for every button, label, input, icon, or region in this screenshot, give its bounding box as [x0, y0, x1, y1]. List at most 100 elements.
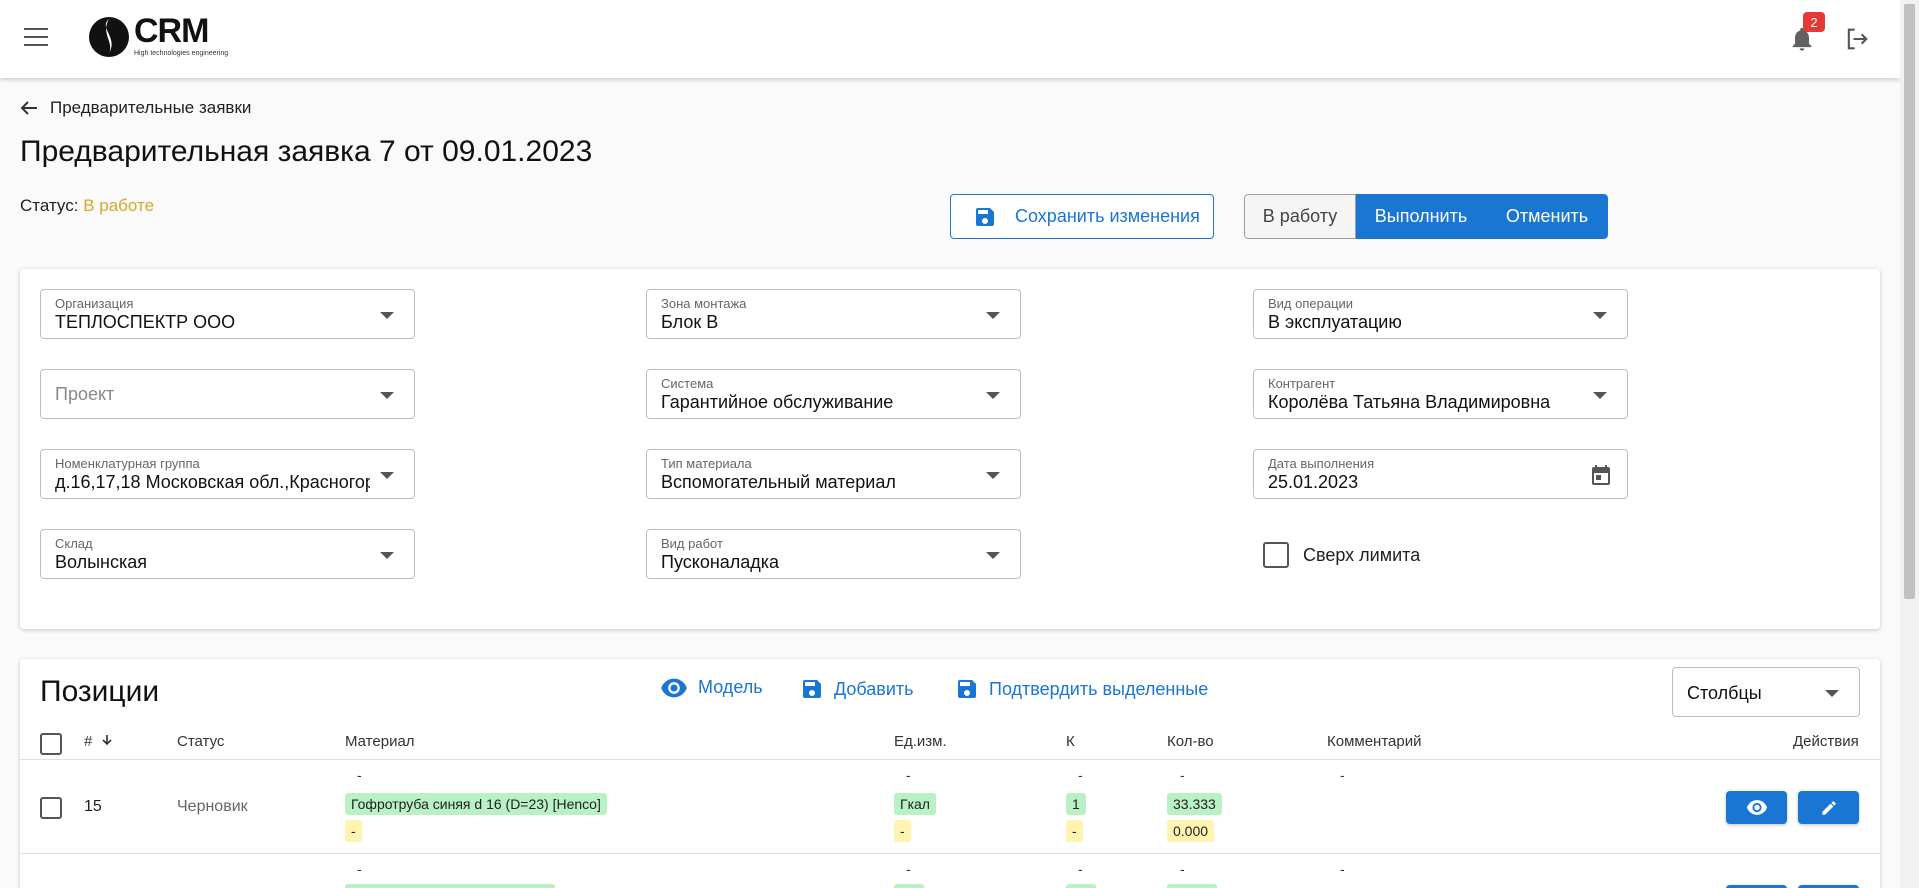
due-date-value: 25.01.2023	[1268, 472, 1359, 492]
arrow-left-icon	[20, 101, 37, 115]
row-checkbox[interactable]	[40, 797, 62, 819]
column-header-num[interactable]: #	[84, 733, 113, 750]
logo[interactable]: CRM High technologies engineering	[86, 14, 228, 60]
project-select[interactable]: Проект	[40, 369, 415, 419]
system-select[interactable]: Система Гарантийное обслуживание	[646, 369, 1021, 419]
column-header-qty[interactable]: Кол-во	[1167, 733, 1214, 750]
view-row-button[interactable]	[1726, 791, 1787, 824]
mount-zone-select[interactable]: Зона монтажа Блок В	[646, 289, 1021, 339]
row-status: Черновик	[177, 798, 248, 815]
warehouse-value: Волынская	[55, 552, 148, 572]
arrow-down-icon	[101, 735, 112, 746]
column-header-unit[interactable]: Ед.изм.	[894, 733, 947, 750]
positions-card: Позиции Модель Добавить Подтвердить выде…	[20, 659, 1880, 888]
save-icon	[803, 680, 821, 698]
calendar-icon[interactable]	[1589, 462, 1613, 488]
material-dash: -	[357, 767, 362, 783]
counterparty-label: Контрагент	[1268, 376, 1336, 391]
columns-label: Столбцы	[1687, 683, 1762, 703]
cancel-button[interactable]: Отменить	[1486, 194, 1608, 239]
k-alt-chip: -	[1066, 820, 1083, 842]
unit-chip: Гкал	[894, 793, 936, 815]
over-limit-checkbox[interactable]: Сверх лимита	[1263, 542, 1420, 568]
comment-dash: -	[1340, 767, 1345, 783]
warehouse-select[interactable]: Склад Волынская	[40, 529, 415, 579]
column-header-k[interactable]: К	[1066, 733, 1075, 750]
material-type-select[interactable]: Тип материала Вспомогательный материал	[646, 449, 1021, 499]
project-placeholder: Проект	[55, 384, 115, 404]
chevron-down-icon	[380, 552, 394, 559]
chevron-down-icon	[380, 392, 394, 399]
column-header-comment[interactable]: Комментарий	[1327, 733, 1421, 750]
row-num: 15	[84, 798, 102, 815]
logo-subtitle: High technologies engineering	[134, 50, 229, 57]
nomenclature-group-select[interactable]: Номенклатурная группа д.16,17,18 Московс…	[40, 449, 415, 499]
notification-badge: 2	[1803, 12, 1825, 32]
column-header-material[interactable]: Материал	[345, 733, 415, 750]
edit-row-button[interactable]	[1798, 791, 1859, 824]
eye-icon	[661, 678, 687, 697]
to-work-button[interactable]: В работу	[1244, 194, 1356, 239]
counterparty-select[interactable]: Контрагент Королёва Татьяна Владимировна	[1253, 369, 1628, 419]
k-dash: -	[1078, 767, 1083, 783]
back-link-label: Предварительные заявки	[50, 98, 252, 117]
column-header-status[interactable]: Статус	[177, 733, 224, 750]
scrollbar-thumb[interactable]	[1904, 4, 1915, 599]
comment-dash: -	[1340, 861, 1345, 877]
chevron-down-icon	[986, 392, 1000, 399]
material-chip: Гофротруба синяя d 16 (D=23) [Henco]	[345, 793, 607, 815]
logo-text: CRM	[134, 12, 209, 50]
over-limit-label: Сверх лимита	[1303, 544, 1421, 565]
chevron-down-icon	[1593, 312, 1607, 319]
menu-icon[interactable]	[24, 28, 48, 48]
work-type-value: Пусконаладка	[661, 552, 780, 572]
add-button[interactable]: Добавить	[800, 677, 914, 701]
save-changes-label: Сохранить изменения	[1015, 206, 1200, 226]
complete-button[interactable]: Выполнить	[1356, 194, 1486, 239]
due-date-field[interactable]: Дата выполнения 25.01.2023	[1253, 449, 1628, 499]
chevron-down-icon	[1593, 392, 1607, 399]
select-all-checkbox[interactable]	[40, 733, 62, 755]
mount-zone-value: Блок В	[661, 312, 719, 332]
status-label: Статус:	[20, 196, 79, 215]
checkbox-box[interactable]	[1263, 542, 1289, 568]
material-dash: -	[357, 861, 362, 877]
page-title: Предварительная заявка 7 от 09.01.2023	[20, 135, 593, 168]
system-value: Гарантийное обслуживание	[661, 392, 894, 412]
status-line: Статус: В работе	[20, 196, 154, 216]
back-link[interactable]: Предварительные заявки	[20, 98, 251, 118]
columns-select[interactable]: Столбцы	[1672, 667, 1860, 717]
chevron-down-icon	[1825, 690, 1839, 697]
mount-zone-label: Зона монтажа	[661, 296, 747, 311]
qty-dash: -	[1180, 767, 1185, 783]
organization-select[interactable]: Организация ТЕПЛОСПЕКТР ООО	[40, 289, 415, 339]
material-type-value: Вспомогательный материал	[661, 472, 896, 492]
qty-dash: -	[1180, 861, 1185, 877]
organization-value: ТЕПЛОСПЕКТР ООО	[55, 312, 236, 332]
qty-chip	[1167, 884, 1217, 888]
system-label: Система	[661, 376, 714, 391]
material-type-label: Тип материала	[661, 456, 752, 471]
k-dash: -	[1078, 861, 1083, 877]
unit-chip	[894, 884, 924, 888]
chevron-down-icon	[986, 312, 1000, 319]
save-changes-button[interactable]: Сохранить изменения	[950, 194, 1214, 239]
unit-dash: -	[906, 861, 911, 877]
k-chip: 1	[1066, 793, 1086, 815]
due-date-label: Дата выполнения	[1268, 456, 1375, 471]
operation-type-label: Вид операции	[1268, 296, 1354, 311]
status-value: В работе	[83, 196, 155, 215]
positions-title: Позиции	[40, 675, 160, 708]
nomenclature-group-value: д.16,17,18 Московская обл.,Красногорск	[55, 472, 370, 492]
organization-label: Организация	[55, 296, 134, 311]
qty-alt-chip: 0.000	[1167, 820, 1215, 842]
work-type-select[interactable]: Вид работ Пусконаладка	[646, 529, 1021, 579]
add-label: Добавить	[834, 678, 914, 699]
logout-icon[interactable]	[1843, 25, 1871, 53]
confirm-selected-button[interactable]: Подтвердить выделенные	[955, 677, 1208, 701]
page-scrollbar[interactable]	[1900, 0, 1919, 888]
model-button[interactable]: Модель	[660, 677, 763, 698]
operation-type-select[interactable]: Вид операции В эксплуатацию	[1253, 289, 1628, 339]
status-button-group: В работу Выполнить Отменить	[1244, 194, 1608, 239]
chevron-down-icon	[986, 552, 1000, 559]
